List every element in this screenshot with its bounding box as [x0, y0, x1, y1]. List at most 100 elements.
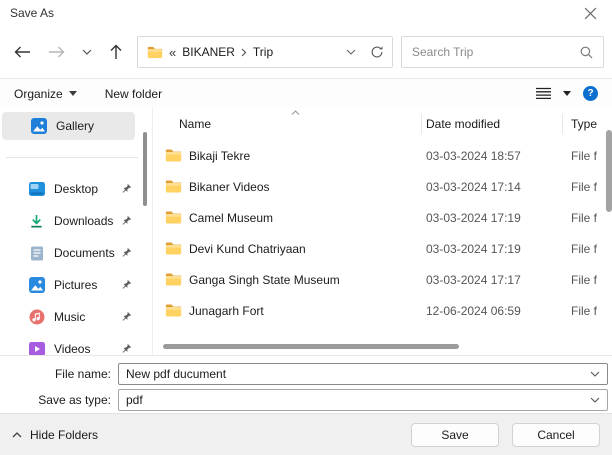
forward-icon[interactable]	[48, 45, 65, 59]
breadcrumb-root[interactable]: BIKANER	[182, 45, 235, 59]
new-folder-label: New folder	[104, 86, 163, 101]
table-row[interactable]: Devi Kund Chatriyaan 03-03-2024 17:19 Fi…	[153, 233, 612, 264]
sidebar-item[interactable]: Music	[0, 301, 152, 333]
address-bar[interactable]: « BIKANER Trip	[137, 36, 393, 68]
new-folder-button[interactable]: New folder	[105, 87, 162, 101]
sidebar-item[interactable]: Downloads	[0, 205, 152, 237]
file-name-label: File name:	[54, 367, 111, 381]
file-type: File f	[571, 272, 598, 287]
search-box[interactable]	[401, 36, 604, 68]
file-list: Name Date modified Type Bikaji Tekre 03-…	[152, 108, 612, 355]
sidebar-item-label: Music	[54, 310, 86, 324]
folder-icon	[165, 241, 182, 257]
file-name-dropdown-chevron-icon[interactable]	[590, 371, 600, 377]
back-icon[interactable]	[14, 45, 31, 59]
table-row[interactable]: Ganga Singh State Museum 03-03-2024 17:1…	[153, 264, 612, 295]
chevron-up-icon	[12, 431, 22, 438]
list-horizontal-scrollbar-thumb[interactable]	[163, 344, 459, 349]
view-list-icon[interactable]	[536, 87, 551, 100]
file-name-combo[interactable]	[118, 363, 608, 385]
file-type: File f	[571, 148, 598, 163]
file-name: Devi Kund Chatriyaan	[189, 241, 306, 256]
address-dropdown-chevron-icon[interactable]	[346, 49, 356, 55]
breadcrumb-current[interactable]: Trip	[253, 45, 273, 59]
downloads-icon	[28, 213, 45, 229]
table-row[interactable]: Bikaner Videos 03-03-2024 17:14 File f	[153, 171, 612, 202]
dialog-footer: Hide Folders Save Cancel	[0, 413, 612, 455]
sidebar-item[interactable]: Documents	[0, 237, 152, 269]
navigation-bar: « BIKANER Trip	[0, 26, 612, 78]
organize-dropdown-icon	[68, 91, 77, 96]
list-vertical-scrollbar-thumb[interactable]	[606, 130, 612, 212]
sidebar: Gallery Desktop Downloads Documents Pict…	[0, 108, 152, 355]
folder-icon	[165, 303, 182, 319]
sidebar-separator	[6, 157, 138, 158]
documents-icon	[28, 245, 45, 261]
folder-icon	[165, 210, 182, 226]
sidebar-item-label: Documents	[54, 246, 115, 260]
pin-icon	[121, 311, 132, 322]
folder-icon	[165, 272, 182, 288]
save-button[interactable]: Save	[411, 422, 499, 447]
save-as-type-label: Save as type:	[38, 393, 111, 407]
search-icon[interactable]	[580, 46, 593, 59]
sidebar-item[interactable]: Videos	[0, 333, 152, 355]
save-as-type-select[interactable]: pdf	[118, 389, 608, 411]
file-name: Ganga Singh State Museum	[189, 272, 340, 287]
save-as-dialog: Save As « BIKANER Trip Search Trip Organ…	[0, 0, 612, 455]
file-date-modified: 12-06-2024 06:59	[426, 303, 521, 318]
refresh-icon[interactable]	[370, 45, 384, 59]
cancel-button[interactable]: Cancel	[512, 422, 600, 447]
dialog-body: Gallery Desktop Downloads Documents Pict…	[0, 108, 612, 355]
desktop-icon	[28, 181, 45, 197]
pin-icon	[121, 183, 132, 194]
help-icon[interactable]: ?	[583, 86, 598, 101]
breadcrumb-overflow[interactable]: «	[169, 45, 176, 60]
file-name: Camel Museum	[189, 210, 274, 225]
file-type: File f	[571, 210, 598, 225]
file-type: File f	[571, 241, 598, 256]
sidebar-item[interactable]: Desktop	[0, 173, 152, 205]
save-as-type-dropdown-chevron-icon[interactable]	[590, 397, 600, 403]
column-header-date-modified[interactable]: Date modified	[422, 114, 563, 134]
view-dropdown-chevron-icon[interactable]	[563, 91, 571, 96]
up-icon[interactable]	[109, 44, 123, 60]
pin-icon	[121, 343, 132, 354]
table-row[interactable]: Camel Museum 03-03-2024 17:19 File f	[153, 202, 612, 233]
pin-icon	[121, 247, 132, 258]
file-type: File f	[571, 303, 598, 318]
window-title: Save As	[10, 6, 55, 20]
file-name: Bikaner Videos	[189, 179, 270, 194]
sort-ascending-icon[interactable]	[291, 110, 300, 115]
recent-locations-chevron-icon[interactable]	[82, 49, 92, 55]
file-name-input[interactable]	[119, 367, 607, 381]
videos-icon	[28, 341, 45, 355]
gallery-icon	[30, 118, 47, 134]
command-toolbar: Organize New folder ?	[0, 78, 612, 108]
folder-icon	[146, 44, 163, 60]
save-as-type-value: pdf	[126, 393, 143, 407]
search-input[interactable]	[412, 45, 580, 59]
close-icon[interactable]	[582, 5, 598, 21]
file-name: Junagarh Fort	[189, 303, 264, 318]
filename-panel: File name: Save as type: pdf	[0, 355, 612, 413]
sidebar-item-label: Downloads	[54, 214, 114, 228]
file-name: Bikaji Tekre	[189, 148, 251, 163]
file-date-modified: 03-03-2024 17:19	[426, 241, 521, 256]
sidebar-item-label: Videos	[54, 342, 91, 355]
sidebar-item-gallery[interactable]: Gallery	[2, 112, 135, 140]
file-date-modified: 03-03-2024 18:57	[426, 148, 521, 163]
pin-icon	[121, 279, 132, 290]
table-row[interactable]: Bikaji Tekre 03-03-2024 18:57 File f	[153, 140, 612, 171]
organize-button[interactable]: Organize	[14, 87, 77, 101]
pin-icon	[121, 215, 132, 226]
column-header-name[interactable]: Name	[165, 114, 422, 134]
organize-label: Organize	[14, 86, 63, 101]
column-header-type[interactable]: Type	[563, 114, 612, 134]
sidebar-scrollbar-thumb[interactable]	[143, 132, 147, 206]
table-row[interactable]: Junagarh Fort 12-06-2024 06:59 File f	[153, 295, 612, 326]
sidebar-item-label: Desktop	[54, 182, 99, 196]
hide-folders-button[interactable]: Hide Folders	[12, 428, 98, 442]
file-date-modified: 03-03-2024 17:14	[426, 179, 521, 194]
sidebar-item[interactable]: Pictures	[0, 269, 152, 301]
